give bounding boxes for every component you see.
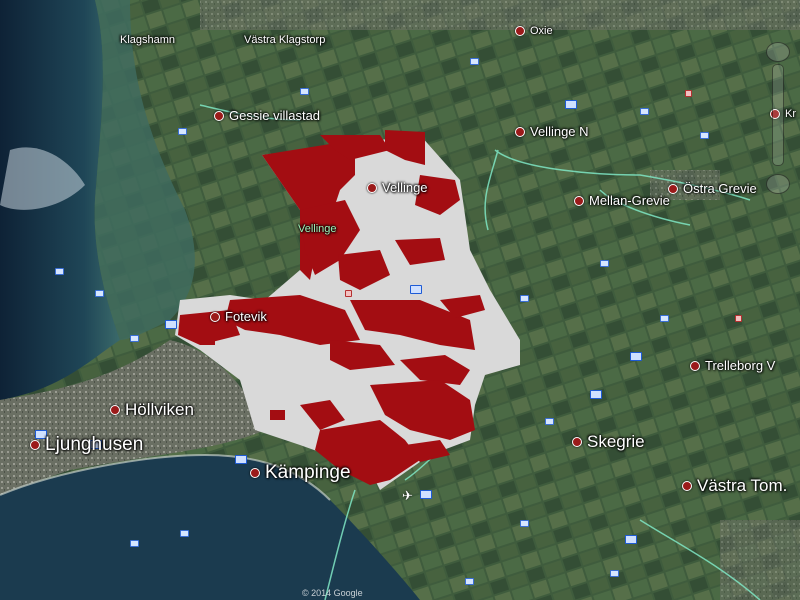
urban-area: [200, 0, 800, 30]
place-marker-icon: [110, 405, 120, 415]
place-ljunghusen[interactable]: Ljunghusen: [30, 434, 143, 456]
place-vastra-tom[interactable]: Västra Tom.: [682, 476, 787, 496]
poi-icon[interactable]: [520, 520, 529, 527]
place-label: Oxie: [530, 25, 553, 37]
poi-icon[interactable]: [130, 335, 139, 342]
photo-icon[interactable]: [625, 535, 637, 544]
imagery-credit: © 2014 Google: [302, 588, 363, 598]
house-icon[interactable]: [685, 90, 692, 97]
place-label: Västra Klagstorp: [244, 34, 326, 46]
place-skegrie[interactable]: Skegrie: [572, 432, 645, 452]
place-kampinge[interactable]: Kämpinge: [250, 462, 351, 484]
place-label: Västra Tom.: [697, 476, 788, 495]
place-marker-icon: [668, 183, 678, 194]
place-vellinge-municipality[interactable]: Vellinge: [298, 223, 337, 235]
photo-icon[interactable]: [590, 390, 602, 399]
poi-icon[interactable]: [545, 418, 554, 425]
place-label: Trelleborg V: [705, 358, 776, 373]
place-marker-icon: [515, 26, 525, 36]
place-oxie[interactable]: Oxie: [515, 25, 553, 37]
poi-icon[interactable]: [660, 315, 669, 322]
tilt-control-icon[interactable]: [766, 174, 790, 194]
place-marker-icon: [574, 195, 584, 206]
place-vellinge-n[interactable]: Vellinge N: [515, 124, 589, 139]
place-vellinge[interactable]: Vellinge: [367, 180, 428, 195]
place-label: Mellan-Grevie: [589, 193, 670, 208]
place-label: Ljunghusen: [45, 434, 144, 455]
place-klagshamn[interactable]: Klagshamn: [120, 34, 175, 46]
map-imagery: [0, 0, 800, 600]
place-label: Kr: [785, 108, 796, 120]
place-hollviken[interactable]: Höllviken: [110, 400, 194, 420]
photo-icon[interactable]: [565, 100, 577, 109]
zoom-slider[interactable]: [772, 64, 784, 166]
place-marker-icon: [30, 440, 40, 450]
place-label: Skegrie: [587, 432, 645, 451]
navigation-control-icon[interactable]: [766, 42, 790, 62]
house-icon[interactable]: [345, 290, 352, 297]
poi-icon[interactable]: [180, 530, 189, 537]
place-marker-icon: [515, 126, 525, 137]
poi-icon[interactable]: [300, 88, 309, 95]
place-label: Östra Grevie: [683, 181, 757, 196]
poi-icon[interactable]: [95, 290, 104, 297]
photo-icon[interactable]: [165, 320, 177, 329]
place-mellan-grevie[interactable]: Mellan-Grevie: [574, 193, 670, 208]
photo-icon[interactable]: [420, 490, 432, 499]
poi-icon[interactable]: [178, 128, 187, 135]
place-marker-icon: [690, 360, 700, 371]
place-vastra-klagstorp[interactable]: Västra Klagstorp: [244, 34, 325, 46]
place-label: Höllviken: [125, 400, 194, 419]
place-marker-icon: [210, 311, 220, 322]
trelleborg-town: [720, 520, 800, 600]
poi-icon[interactable]: [600, 260, 609, 267]
place-marker-icon: [367, 182, 377, 193]
photo-icon[interactable]: [630, 352, 642, 361]
poi-icon[interactable]: [700, 132, 709, 139]
place-fotevik[interactable]: Fotevik: [210, 309, 267, 324]
poi-icon[interactable]: [55, 268, 64, 275]
place-label: Gessie villastad: [229, 108, 321, 123]
place-gessie-villastad[interactable]: Gessie villastad: [214, 108, 320, 123]
poi-icon[interactable]: [640, 108, 649, 115]
place-ostra-grevie[interactable]: Östra Grevie: [668, 181, 757, 196]
place-label: Fotevik: [225, 309, 267, 324]
place-label: Klagshamn: [120, 34, 176, 46]
place-trelleborg-v[interactable]: Trelleborg V: [690, 358, 775, 373]
airport-icon[interactable]: ✈: [402, 488, 413, 504]
place-label: Vellinge: [298, 223, 337, 235]
place-label: Vellinge N: [530, 124, 589, 139]
house-icon[interactable]: [735, 315, 742, 322]
poi-icon[interactable]: [610, 570, 619, 577]
photo-icon[interactable]: [235, 455, 247, 464]
place-label: Vellinge: [382, 180, 428, 195]
place-marker-icon: [214, 110, 224, 121]
place-label: Kämpinge: [265, 462, 351, 483]
poi-icon[interactable]: [130, 540, 139, 547]
poi-icon[interactable]: [465, 578, 474, 585]
place-marker-icon: [250, 468, 260, 478]
poi-icon[interactable]: [520, 295, 529, 302]
map-view[interactable]: ✈ Klagshamn Västra Klagstorp Oxie Gessie…: [0, 0, 800, 600]
photo-icon[interactable]: [410, 285, 422, 294]
place-marker-icon: [682, 481, 692, 491]
poi-icon[interactable]: [470, 58, 479, 65]
place-marker-icon: [572, 437, 582, 447]
